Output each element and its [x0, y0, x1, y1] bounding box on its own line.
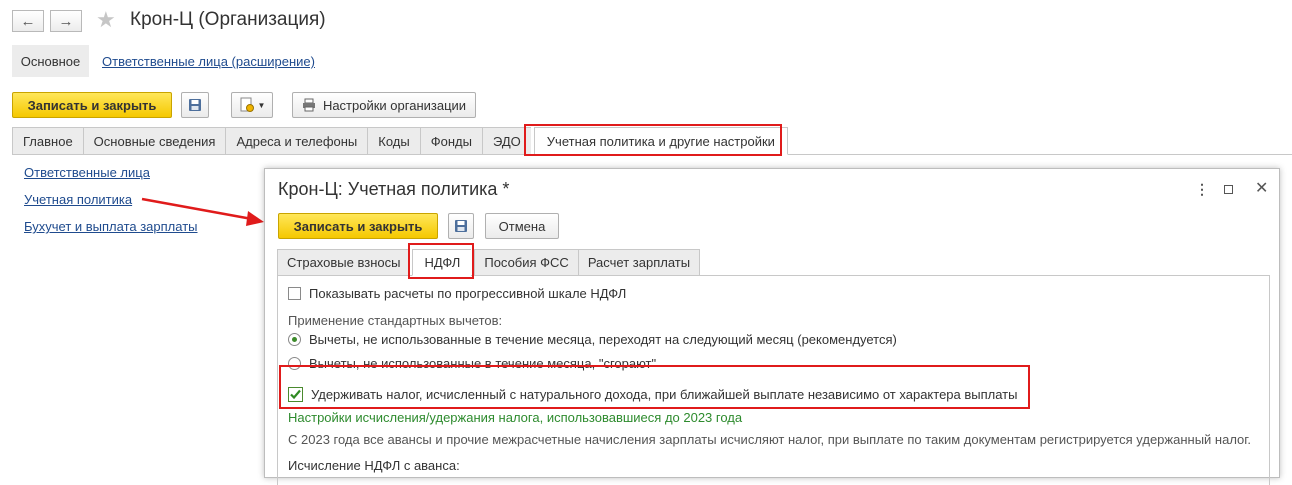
- save-close-label: Записать и закрыть: [27, 97, 157, 113]
- accounting-policy-dialog: Крон-Ц: Учетная политика * ⋮ ✕ Записать …: [264, 168, 1280, 485]
- dialog-save-button[interactable]: [448, 213, 474, 239]
- back-button[interactable]: ←: [12, 10, 44, 32]
- dialog-save-close-label: Записать и закрыть: [293, 218, 423, 234]
- section-basic-label: Основное: [20, 53, 81, 69]
- section-responsible-ext-link[interactable]: Ответственные лица (расширение): [102, 54, 315, 69]
- save-close-button[interactable]: Записать и закрыть: [12, 92, 172, 118]
- dialog-title: Крон-Ц: Учетная политика *: [278, 179, 510, 199]
- tab-addresses[interactable]: Адреса и телефоны: [225, 127, 368, 155]
- chevron-down-icon: ▼: [257, 100, 266, 110]
- org-settings-button[interactable]: Настройки организации: [292, 92, 476, 118]
- tab-funds[interactable]: Фонды: [419, 127, 482, 155]
- create-based-on-button[interactable]: ▼: [231, 92, 273, 118]
- annotation-arrow: [141, 197, 264, 226]
- document-gear-icon: [240, 97, 254, 112]
- arrow-left-icon: ←: [20, 12, 36, 30]
- note-2023: С 2023 года все авансы и прочие межрасче…: [288, 432, 1252, 447]
- star-icon[interactable]: ★: [96, 8, 116, 32]
- tab-codes[interactable]: Коды: [367, 127, 420, 155]
- tab-main[interactable]: Главное: [12, 127, 83, 155]
- advance-calc-label: Исчисление НДФЛ с аванса:: [288, 458, 460, 473]
- pre2023-settings-link[interactable]: Настройки исчисления/удержания налога, и…: [288, 410, 742, 425]
- save-button[interactable]: [181, 92, 209, 118]
- dialog-tabstrip: Страховые взносы НДФЛ Пособия ФСС Расчет…: [277, 249, 701, 276]
- withhold-highlight-box: [279, 365, 1030, 409]
- tab-payroll[interactable]: Расчет зарплаты: [577, 249, 701, 276]
- dialog-cancel-button[interactable]: Отмена: [485, 213, 559, 239]
- link-accounting-policy[interactable]: Учетная политика: [24, 192, 132, 207]
- printer-icon: [302, 98, 315, 112]
- ndfl-highlight-box: [408, 243, 474, 279]
- progressive-scale-checkbox[interactable]: [288, 287, 301, 300]
- radio-carry-row[interactable]: Вычеты, не использованные в течение меся…: [288, 332, 897, 347]
- link-responsible[interactable]: Ответственные лица: [24, 165, 150, 180]
- radio-carry-label: Вычеты, не использованные в течение меся…: [309, 332, 897, 347]
- maximize-icon[interactable]: [1224, 181, 1233, 197]
- floppy-icon: [455, 220, 467, 232]
- progressive-scale-label: Показывать расчеты по прогрессивной шкал…: [309, 286, 627, 301]
- tab-basic-info[interactable]: Основные сведения: [82, 127, 226, 155]
- floppy-icon: [189, 99, 201, 111]
- dialog-cancel-label: Отмена: [498, 218, 546, 234]
- std-deductions-label: Применение стандартных вычетов:: [288, 313, 503, 328]
- section-basic[interactable]: Основное: [12, 45, 89, 77]
- tab-insurance[interactable]: Страховые взносы: [277, 249, 410, 276]
- arrow-right-icon: →: [58, 12, 74, 30]
- window-title: Крон-Ц (Организация): [130, 9, 326, 30]
- tab-highlight-box: [524, 124, 782, 156]
- tab-fss-benefits[interactable]: Пособия ФСС: [474, 249, 578, 276]
- radio-carry[interactable]: [288, 333, 301, 346]
- more-menu-icon[interactable]: ⋮: [1195, 181, 1209, 198]
- progressive-scale-row[interactable]: Показывать расчеты по прогрессивной шкал…: [288, 286, 626, 301]
- forward-button[interactable]: →: [50, 10, 82, 32]
- org-settings-label: Настройки организации: [322, 97, 467, 113]
- close-icon[interactable]: ✕: [1255, 178, 1268, 198]
- dialog-save-close-button[interactable]: Записать и закрыть: [278, 213, 438, 239]
